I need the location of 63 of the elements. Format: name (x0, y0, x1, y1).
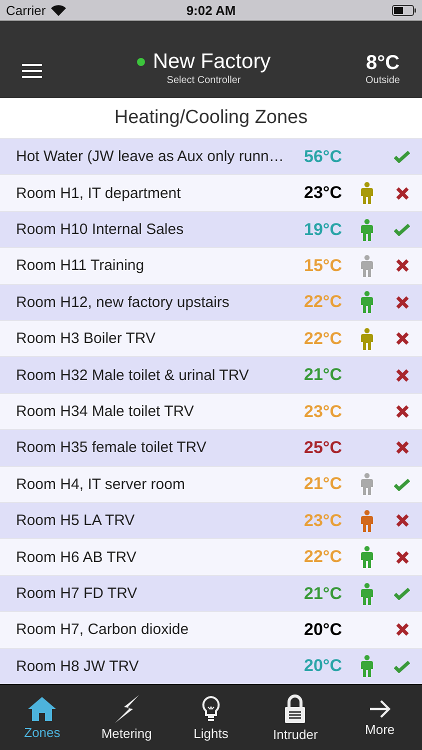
menu-button[interactable] (22, 64, 42, 78)
padlock-icon (284, 694, 306, 724)
zone-name: Hot Water (JW leave as Aux only runn… (16, 148, 285, 166)
home-icon (27, 696, 58, 722)
zone-temperature: 20°C (304, 656, 343, 676)
zone-name: Room H34 Male toilet TRV (16, 403, 195, 420)
zone-name: Room H8 JW TRV (16, 658, 140, 675)
zone-row[interactable]: Room H3 Boiler TRV 22°C (0, 320, 422, 356)
zone-row[interactable]: Hot Water (JW leave as Aux only runn… 56°C (0, 138, 422, 174)
zone-name: Room H4, IT server room (16, 476, 186, 493)
zone-temperature: 22°C (304, 292, 343, 312)
tab[interactable]: Zones (0, 685, 84, 750)
outside-temperature: 8°C (366, 52, 400, 75)
zone-row[interactable]: Room H34 Male toilet TRV 23°C (0, 392, 422, 430)
zone-name: Room H12, new factory upstairs (16, 294, 230, 311)
zone-temperature: 23°C (304, 510, 343, 531)
zone-row[interactable]: Room H7, Carbon dioxide 20°C (0, 611, 422, 648)
zone-row[interactable]: Room H8 JW TRV 20°C (0, 648, 422, 684)
controller-selector[interactable]: New Factory (136, 50, 271, 74)
wifi-icon (50, 4, 66, 16)
zone-row[interactable]: Room H11 Training 15°C (0, 247, 422, 284)
zone-temperature: 23°C (304, 402, 343, 422)
zone-name: Room H5 LA TRV (16, 512, 136, 530)
zone-temperature: 23°C (304, 183, 343, 204)
zone-row[interactable]: Room H35 female toilet TRV 25°C (0, 429, 422, 466)
zone-name: Room H35 female toilet TRV (16, 439, 208, 456)
battery-icon (392, 4, 416, 16)
select-controller-label: Select Controller (166, 75, 241, 86)
arrow-icon (368, 698, 391, 718)
zone-name: Room H7 FD TRV (16, 585, 138, 602)
zone-name: Room H1, IT department (16, 184, 182, 202)
zone-temperature: 20°C (304, 620, 343, 640)
zone-row[interactable]: Room H4, IT server room 21°C (0, 466, 422, 502)
zone-name: Room H11 Training (16, 257, 146, 274)
zone-row[interactable]: Room H1, IT department 23°C (0, 174, 422, 211)
zone-name: Room H10 Internal Sales (16, 221, 185, 238)
zone-row[interactable]: Room H5 LA TRV 23°C (0, 502, 422, 538)
zone-name: Room H3 Boiler TRV (16, 330, 156, 348)
lightbulb-icon (201, 694, 222, 722)
status-time: 9:02 AM (186, 2, 236, 18)
zone-temperature: 21°C (304, 584, 343, 604)
tab[interactable]: Metering (84, 685, 169, 750)
zone-temperature: 22°C (304, 328, 343, 349)
zone-temperature: 21°C (304, 365, 343, 386)
zone-name: Room H32 Male toilet & urinal TRV (16, 366, 250, 384)
zone-row[interactable]: Room H12, new factory upstairs 22°C (0, 284, 422, 320)
tab[interactable]: More (338, 685, 422, 750)
zone-name: Room H6 AB TRV (16, 548, 138, 566)
zone-temperature: 21°C (304, 474, 343, 494)
zone-temperature: 22°C (304, 547, 343, 568)
zone-row[interactable]: Room H32 Male toilet & urinal TRV 21°C (0, 356, 422, 393)
zone-name: Room H7, Carbon dioxide (16, 621, 190, 638)
tab[interactable]: Intruder (253, 685, 338, 750)
zone-temperature: 25°C (304, 438, 343, 458)
zone-temperature: 15°C (304, 256, 343, 276)
zone-row[interactable]: Room H10 Internal Sales 19°C (0, 210, 422, 248)
zone-row[interactable]: Room H6 AB TRV 22°C (0, 538, 422, 575)
zone-temperature: 56°C (304, 146, 343, 167)
outside-label: Outside (366, 75, 400, 86)
carrier-label: Carrier (6, 2, 46, 18)
tab[interactable]: Lights (168, 685, 254, 750)
zone-temperature: 19°C (304, 220, 343, 240)
zone-row[interactable]: Room H7 FD TRV 21°C (0, 574, 422, 612)
